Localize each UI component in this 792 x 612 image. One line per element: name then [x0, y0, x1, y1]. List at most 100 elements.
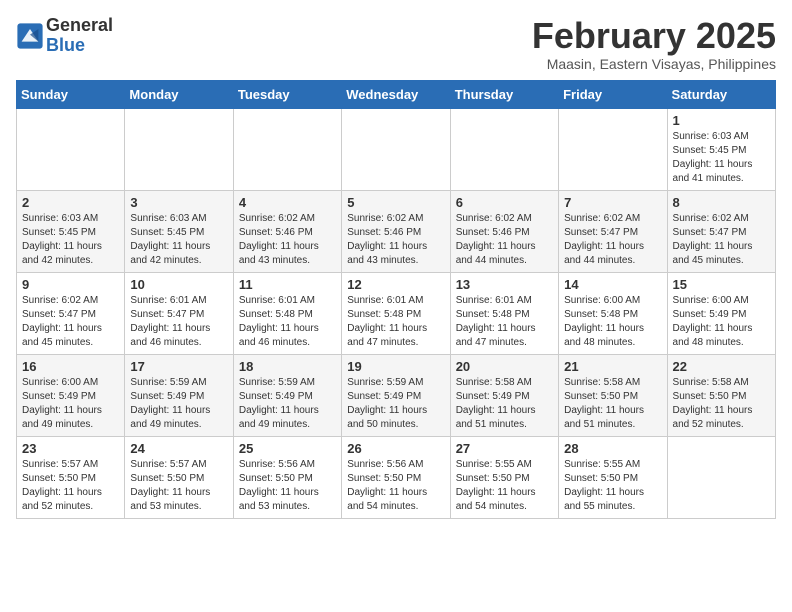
day-info: Sunrise: 5:58 AM Sunset: 5:50 PM Dayligh…	[673, 376, 770, 432]
calendar-cell: 1 Sunrise: 6:03 AM Sunset: 5:45 PM Daylig…	[667, 108, 775, 190]
calendar-cell: 20 Sunrise: 5:58 AM Sunset: 5:49 PM Dayli…	[450, 354, 558, 436]
day-info: Sunrise: 6:02 AM Sunset: 5:46 PM Dayligh…	[347, 212, 444, 268]
day-info: Sunrise: 5:59 AM Sunset: 5:49 PM Dayligh…	[130, 376, 227, 432]
day-number: 8	[673, 195, 770, 210]
day-info: Sunrise: 6:02 AM Sunset: 5:47 PM Dayligh…	[673, 212, 770, 268]
day-info: Sunrise: 6:02 AM Sunset: 5:47 PM Dayligh…	[22, 294, 119, 350]
day-number: 22	[673, 359, 770, 374]
calendar-cell	[342, 108, 450, 190]
calendar-cell: 2Sunrise: 6:03 AM Sunset: 5:45 PM Daylig…	[17, 190, 125, 272]
day-number: 23	[22, 441, 119, 456]
week-row-2: 9Sunrise: 6:02 AM Sunset: 5:47 PM Daylig…	[17, 272, 776, 354]
day-info: Sunrise: 6:02 AM Sunset: 5:46 PM Dayligh…	[456, 212, 553, 268]
page-header: General Blue February 2025 Maasin, Easte…	[16, 16, 776, 72]
week-row-4: 23 Sunrise: 5:57 AM Sunset: 5:50 PM Dayli…	[17, 436, 776, 518]
day-info: Sunrise: 5:56 AM Sunset: 5:50 PM Dayligh…	[347, 458, 444, 514]
header-monday: Monday	[125, 80, 233, 108]
calendar-cell	[450, 108, 558, 190]
calendar-cell: 22 Sunrise: 5:58 AM Sunset: 5:50 PM Dayli…	[667, 354, 775, 436]
day-number: 6	[456, 195, 553, 210]
day-number: 10	[130, 277, 227, 292]
day-number: 12	[347, 277, 444, 292]
calendar-cell: 24 Sunrise: 5:57 AM Sunset: 5:50 PM Dayli…	[125, 436, 233, 518]
day-number: 15	[673, 277, 770, 292]
day-info: Sunrise: 5:58 AM Sunset: 5:50 PM Dayligh…	[564, 376, 661, 432]
day-info: Sunrise: 6:00 AM Sunset: 5:49 PM Dayligh…	[22, 376, 119, 432]
calendar-cell: 7Sunrise: 6:02 AM Sunset: 5:47 PM Daylig…	[559, 190, 667, 272]
day-number: 13	[456, 277, 553, 292]
day-number: 28	[564, 441, 661, 456]
calendar-cell: 18Sunrise: 5:59 AM Sunset: 5:49 PM Dayli…	[233, 354, 341, 436]
calendar-cell: 17Sunrise: 5:59 AM Sunset: 5:49 PM Dayli…	[125, 354, 233, 436]
day-info: Sunrise: 6:00 AM Sunset: 5:49 PM Dayligh…	[673, 294, 770, 350]
location: Maasin, Eastern Visayas, Philippines	[532, 56, 776, 72]
calendar-cell: 8 Sunrise: 6:02 AM Sunset: 5:47 PM Daylig…	[667, 190, 775, 272]
day-number: 3	[130, 195, 227, 210]
calendar-cell: 15 Sunrise: 6:00 AM Sunset: 5:49 PM Dayli…	[667, 272, 775, 354]
calendar-cell: 25Sunrise: 5:56 AM Sunset: 5:50 PM Dayli…	[233, 436, 341, 518]
title-block: February 2025 Maasin, Eastern Visayas, P…	[532, 16, 776, 72]
day-info: Sunrise: 5:57 AM Sunset: 5:50 PM Dayligh…	[130, 458, 227, 514]
logo-text: General Blue	[46, 16, 113, 56]
calendar-cell: 9Sunrise: 6:02 AM Sunset: 5:47 PM Daylig…	[17, 272, 125, 354]
day-info: Sunrise: 6:01 AM Sunset: 5:47 PM Dayligh…	[130, 294, 227, 350]
header-saturday: Saturday	[667, 80, 775, 108]
calendar-cell	[233, 108, 341, 190]
calendar-cell: 6 Sunrise: 6:02 AM Sunset: 5:46 PM Daylig…	[450, 190, 558, 272]
day-info: Sunrise: 6:01 AM Sunset: 5:48 PM Dayligh…	[239, 294, 336, 350]
day-number: 26	[347, 441, 444, 456]
calendar-cell: 19 Sunrise: 5:59 AM Sunset: 5:49 PM Dayli…	[342, 354, 450, 436]
day-info: Sunrise: 6:02 AM Sunset: 5:47 PM Dayligh…	[564, 212, 661, 268]
day-info: Sunrise: 6:03 AM Sunset: 5:45 PM Dayligh…	[130, 212, 227, 268]
day-info: Sunrise: 5:55 AM Sunset: 5:50 PM Dayligh…	[456, 458, 553, 514]
day-number: 1	[673, 113, 770, 128]
logo-blue: Blue	[46, 36, 113, 56]
logo-icon	[16, 22, 44, 50]
header-friday: Friday	[559, 80, 667, 108]
calendar-table: SundayMondayTuesdayWednesdayThursdayFrid…	[16, 80, 776, 519]
day-info: Sunrise: 5:58 AM Sunset: 5:49 PM Dayligh…	[456, 376, 553, 432]
month-title: February 2025	[532, 16, 776, 56]
day-info: Sunrise: 5:59 AM Sunset: 5:49 PM Dayligh…	[347, 376, 444, 432]
logo-general: General	[46, 16, 113, 36]
calendar-cell: 3 Sunrise: 6:03 AM Sunset: 5:45 PM Daylig…	[125, 190, 233, 272]
calendar-body: 1 Sunrise: 6:03 AM Sunset: 5:45 PM Daylig…	[17, 108, 776, 518]
day-number: 27	[456, 441, 553, 456]
day-number: 21	[564, 359, 661, 374]
day-number: 5	[347, 195, 444, 210]
day-info: Sunrise: 6:01 AM Sunset: 5:48 PM Dayligh…	[456, 294, 553, 350]
calendar-cell	[559, 108, 667, 190]
day-number: 20	[456, 359, 553, 374]
logo: General Blue	[16, 16, 113, 56]
day-info: Sunrise: 6:00 AM Sunset: 5:48 PM Dayligh…	[564, 294, 661, 350]
calendar-cell: 23 Sunrise: 5:57 AM Sunset: 5:50 PM Dayli…	[17, 436, 125, 518]
day-number: 4	[239, 195, 336, 210]
day-info: Sunrise: 5:57 AM Sunset: 5:50 PM Dayligh…	[22, 458, 119, 514]
week-row-0: 1 Sunrise: 6:03 AM Sunset: 5:45 PM Daylig…	[17, 108, 776, 190]
calendar-cell: 26 Sunrise: 5:56 AM Sunset: 5:50 PM Dayli…	[342, 436, 450, 518]
day-number: 24	[130, 441, 227, 456]
day-info: Sunrise: 6:02 AM Sunset: 5:46 PM Dayligh…	[239, 212, 336, 268]
calendar-cell: 28Sunrise: 5:55 AM Sunset: 5:50 PM Dayli…	[559, 436, 667, 518]
calendar-cell	[125, 108, 233, 190]
day-number: 14	[564, 277, 661, 292]
week-row-3: 16Sunrise: 6:00 AM Sunset: 5:49 PM Dayli…	[17, 354, 776, 436]
week-row-1: 2Sunrise: 6:03 AM Sunset: 5:45 PM Daylig…	[17, 190, 776, 272]
calendar-cell: 11 Sunrise: 6:01 AM Sunset: 5:48 PM Dayli…	[233, 272, 341, 354]
header-row: SundayMondayTuesdayWednesdayThursdayFrid…	[17, 80, 776, 108]
calendar-cell: 27 Sunrise: 5:55 AM Sunset: 5:50 PM Dayli…	[450, 436, 558, 518]
calendar-cell: 10 Sunrise: 6:01 AM Sunset: 5:47 PM Dayli…	[125, 272, 233, 354]
header-wednesday: Wednesday	[342, 80, 450, 108]
day-info: Sunrise: 5:59 AM Sunset: 5:49 PM Dayligh…	[239, 376, 336, 432]
calendar-cell: 5 Sunrise: 6:02 AM Sunset: 5:46 PM Daylig…	[342, 190, 450, 272]
calendar-cell: 12Sunrise: 6:01 AM Sunset: 5:48 PM Dayli…	[342, 272, 450, 354]
day-number: 19	[347, 359, 444, 374]
header-thursday: Thursday	[450, 80, 558, 108]
day-number: 11	[239, 277, 336, 292]
day-number: 25	[239, 441, 336, 456]
day-info: Sunrise: 6:03 AM Sunset: 5:45 PM Dayligh…	[673, 130, 770, 186]
header-tuesday: Tuesday	[233, 80, 341, 108]
header-sunday: Sunday	[17, 80, 125, 108]
calendar-cell: 14 Sunrise: 6:00 AM Sunset: 5:48 PM Dayli…	[559, 272, 667, 354]
calendar-cell: 4 Sunrise: 6:02 AM Sunset: 5:46 PM Daylig…	[233, 190, 341, 272]
